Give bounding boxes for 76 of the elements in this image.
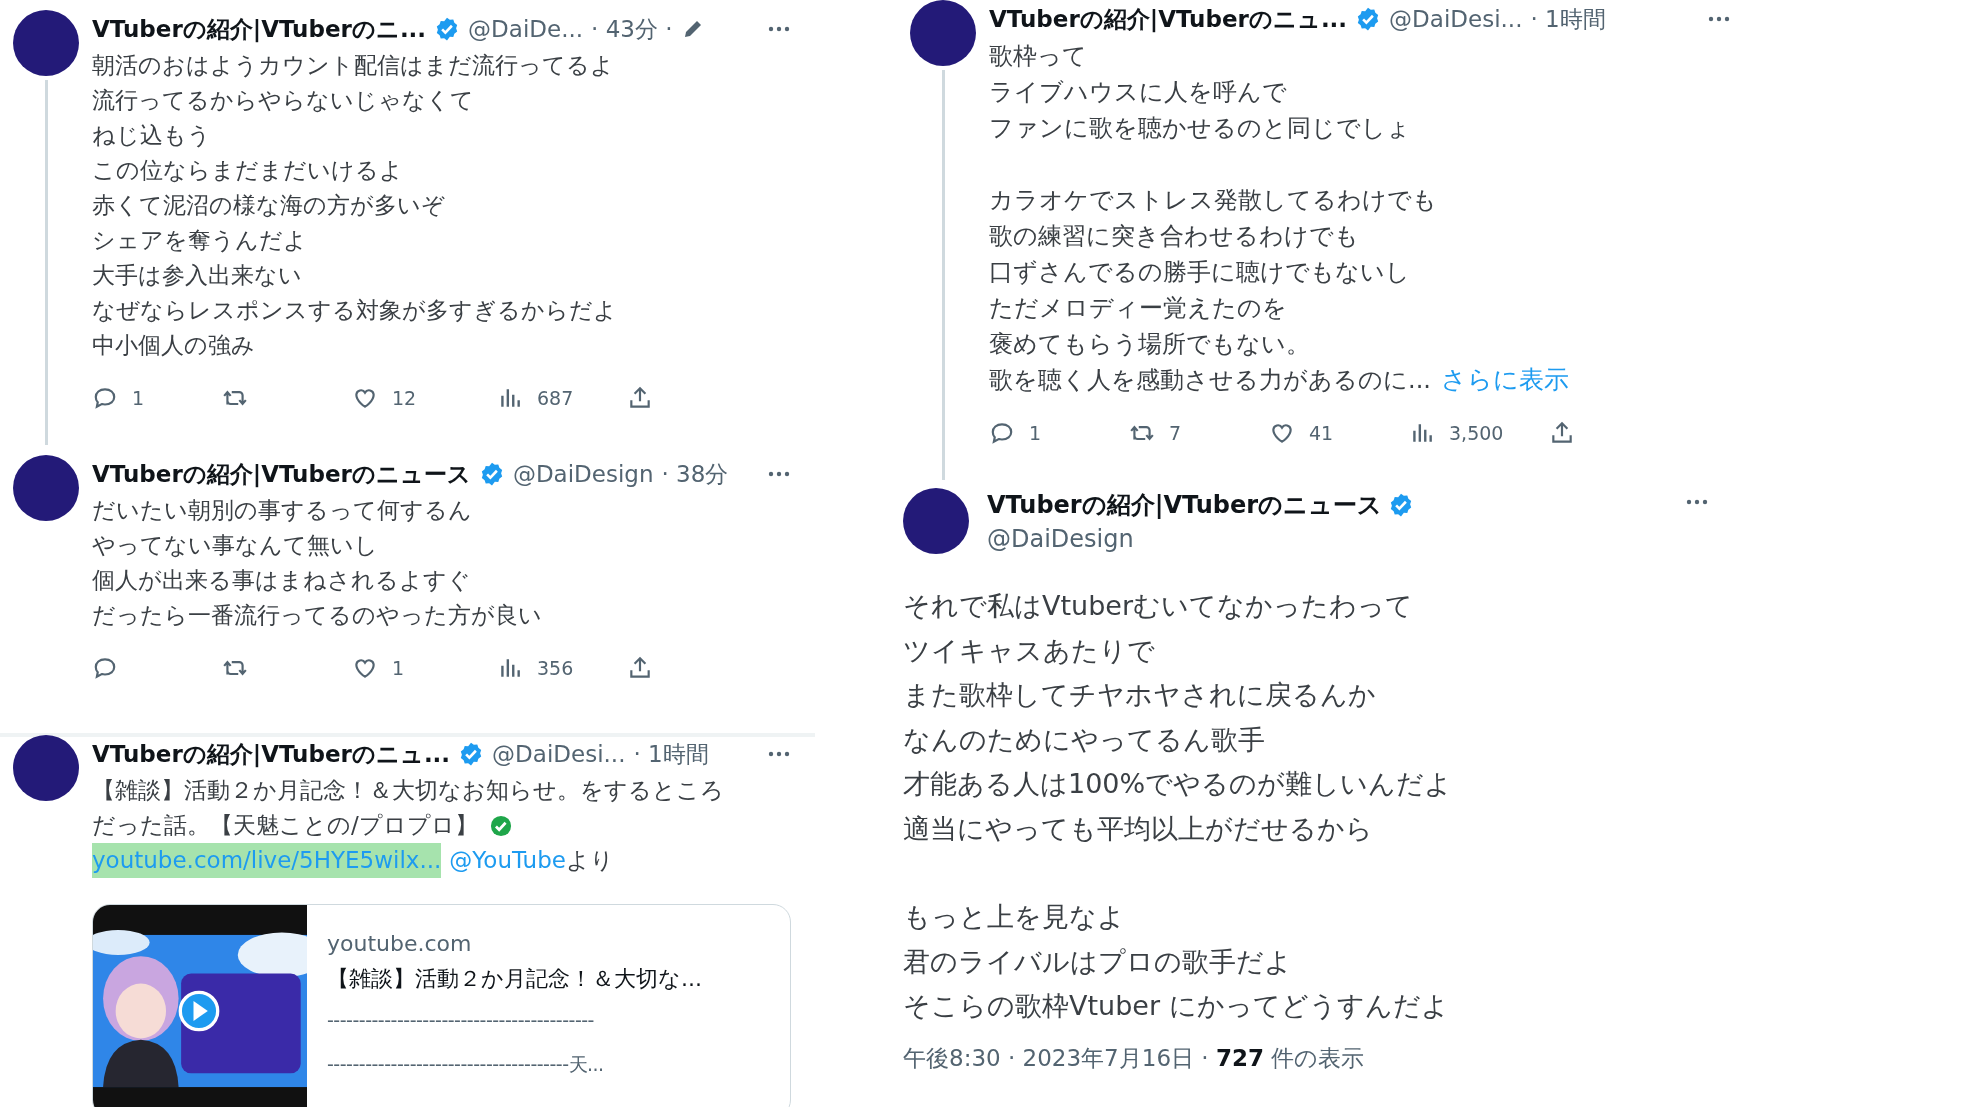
share-icon[interactable] <box>1549 420 1575 446</box>
card-description: --------------------------------------天... <box>327 1052 605 1077</box>
display-name[interactable]: VTuberの紹介|VTuberのニュース <box>92 458 471 490</box>
link-card[interactable]: youtube.com 【雑談】活動２か月記念！＆大切な... ------------------------------------------ --------------------------------------天... <box>92 904 791 1107</box>
post-text: だいたい朝別の事するって何するん <box>92 496 472 525</box>
post-text: 歌を聴く人を感動させる力があるのに... <box>989 365 1431 396</box>
card-title: 【雑談】活動２か月記念！＆大切な... <box>327 965 702 993</box>
user-handle[interactable]: @DaiDesi... <box>492 741 626 767</box>
action-count: 356 <box>537 657 574 679</box>
post-text: 【雑談】活動２か月記念！＆大切なお知らせ。をするところ <box>92 776 724 805</box>
post-text: ツイキャスあたりで <box>903 634 1155 666</box>
post-text: シェアを奪うんだよ <box>92 226 307 255</box>
display-name[interactable]: VTuberの紹介|VTuberのニュ... <box>92 738 451 770</box>
reply-icon[interactable] <box>92 385 118 411</box>
more-icon[interactable] <box>1685 498 1709 506</box>
post-text: また歌枠してチヤホヤされに戻るんか <box>903 679 1376 710</box>
post-text: ライブハウスに人を呼んで <box>989 77 1287 108</box>
action-count: 41 <box>1309 422 1334 444</box>
post-text: 大手は参入出来ない <box>92 261 302 290</box>
post-text: カラオケでストレス発散してるわけでも <box>989 185 1437 216</box>
post-time[interactable]: · 43分 · <box>591 13 673 45</box>
card-description: ------------------------------------------ <box>327 1008 595 1033</box>
share-icon[interactable] <box>627 385 653 411</box>
post-text: ファンに歌を聴かせるのと同じでしょ <box>989 113 1411 144</box>
post-text: この位ならまだまだいけるよ <box>92 156 403 185</box>
reply-icon[interactable] <box>92 655 118 681</box>
post-meta: 午後8:30 · 2023年7月16日 · 727 件の表示 <box>903 1044 1365 1071</box>
post-text: だった話。【天魅ことの/プロプロ】 <box>92 811 478 840</box>
user-handle[interactable]: @DaiDesign <box>987 525 1415 553</box>
action-count: 1 <box>132 387 145 409</box>
action-count: 7 <box>1169 422 1182 444</box>
post-time[interactable]: · 38分 <box>661 458 729 490</box>
check-icon <box>489 814 512 837</box>
display-name[interactable]: VTuberの紹介|VTuberのニ... <box>92 13 427 45</box>
action-count: 1 <box>392 657 405 679</box>
more-icon[interactable] <box>767 25 791 33</box>
post-text: 中小個人の強み <box>92 331 255 360</box>
post-text: なぜならレスポンスする対象が多すぎるからだよ <box>92 296 617 325</box>
post-time[interactable]: · 1時間 <box>1530 3 1606 35</box>
action-count: 687 <box>537 387 574 409</box>
post-text: やってない事なんて無いし <box>92 531 378 560</box>
user-handle[interactable]: @DaiDe... <box>468 16 584 42</box>
post-text: より <box>565 846 614 875</box>
post-text: 赤くて泥沼の様な海の方が多いぞ <box>92 191 445 220</box>
user-handle[interactable]: @DaiDesi... <box>1389 6 1523 32</box>
action-count: 1 <box>1029 422 1042 444</box>
post-text: ただメロディー覚えたのを <box>989 293 1287 324</box>
reply-icon[interactable] <box>989 420 1015 446</box>
share-icon[interactable] <box>627 655 653 681</box>
post-text: 口ずさんでるの勝手に聴けでもないし <box>989 257 1410 288</box>
action-count: 12 <box>392 387 417 409</box>
more-icon[interactable] <box>1707 15 1731 23</box>
more-icon[interactable] <box>767 470 791 478</box>
card-domain: youtube.com <box>327 931 473 956</box>
post-text: それで私はVtuberむいてなかったわって <box>903 590 1414 621</box>
post-text: 歌の練習に突き合わせるわけでも <box>989 221 1359 252</box>
post-time[interactable]: · 1時間 <box>633 738 709 770</box>
post-text: 君のライバルはプロの歌手だよ <box>903 945 1292 977</box>
post-text: そこらの歌枠Vtuber にかってどうすんだよ <box>903 990 1449 1021</box>
display-name[interactable]: VTuberの紹介|VTuberのニュース <box>987 489 1383 521</box>
user-handle[interactable]: @DaiDesign <box>512 461 654 487</box>
post-text: 才能ある人は100%でやるのが難しいんだよ <box>903 768 1453 799</box>
post-text: 適当にやっても平均以上がだせるから <box>903 812 1373 844</box>
post-text: 流行ってるからやらないじゃなくて <box>92 86 474 115</box>
more-icon[interactable] <box>767 750 791 758</box>
post-text: なんのためにやってるん歌手 <box>903 723 1265 755</box>
post-text: 朝活のおはようカウント配信はまだ流行ってるよ <box>92 51 614 80</box>
post-text: 褒めてもらう場所でもない。 <box>989 329 1310 360</box>
play-icon[interactable] <box>177 989 221 1033</box>
post-text: 歌枠って <box>989 41 1087 72</box>
post-text: 個人が出来る事はまねされるよすぐ <box>92 566 471 595</box>
display-name[interactable]: VTuberの紹介|VTuberのニュ... <box>989 3 1348 35</box>
post-text: だったら一番流行ってるのやった方が良い <box>92 601 542 630</box>
action-count: 3,500 <box>1449 422 1504 444</box>
post-text: もっと上を見なよ <box>903 901 1125 932</box>
post-text: ねじ込もう <box>92 121 211 150</box>
